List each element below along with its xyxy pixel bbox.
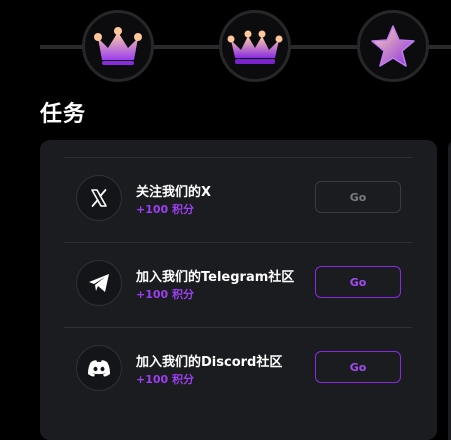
telegram-icon xyxy=(76,260,122,306)
level-node-tiara xyxy=(219,10,291,82)
task-row-x: 关注我们的X +100 积分 Go xyxy=(40,157,437,241)
tiara-crown-icon xyxy=(227,30,283,64)
task-title: 关注我们的X xyxy=(136,185,212,200)
task-title: 加入我们的Telegram社区 xyxy=(136,270,295,285)
level-node-crown xyxy=(82,10,154,82)
crown-icon xyxy=(94,27,142,65)
section-title: 任务 xyxy=(40,102,87,127)
level-node-star xyxy=(357,10,429,82)
task-points: +100 积分 xyxy=(136,288,195,301)
task-points: +100 积分 xyxy=(136,203,195,216)
go-button-telegram[interactable]: Go xyxy=(315,266,401,298)
star-icon xyxy=(371,25,415,67)
discord-icon xyxy=(76,345,122,391)
task-row-discord: 加入我们的Discord社区 +100 积分 Go xyxy=(40,327,437,411)
x-logo-icon xyxy=(76,175,122,221)
task-row-telegram: 加入我们的Telegram社区 +100 积分 Go xyxy=(40,242,437,326)
go-button-discord[interactable]: Go xyxy=(315,351,401,383)
go-button-x[interactable]: Go xyxy=(315,181,401,213)
task-points: +100 积分 xyxy=(136,373,195,386)
task-list-panel: 关注我们的X +100 积分 Go 加入我们的Telegram社区 +100 积… xyxy=(40,140,437,440)
task-title: 加入我们的Discord社区 xyxy=(136,355,283,370)
